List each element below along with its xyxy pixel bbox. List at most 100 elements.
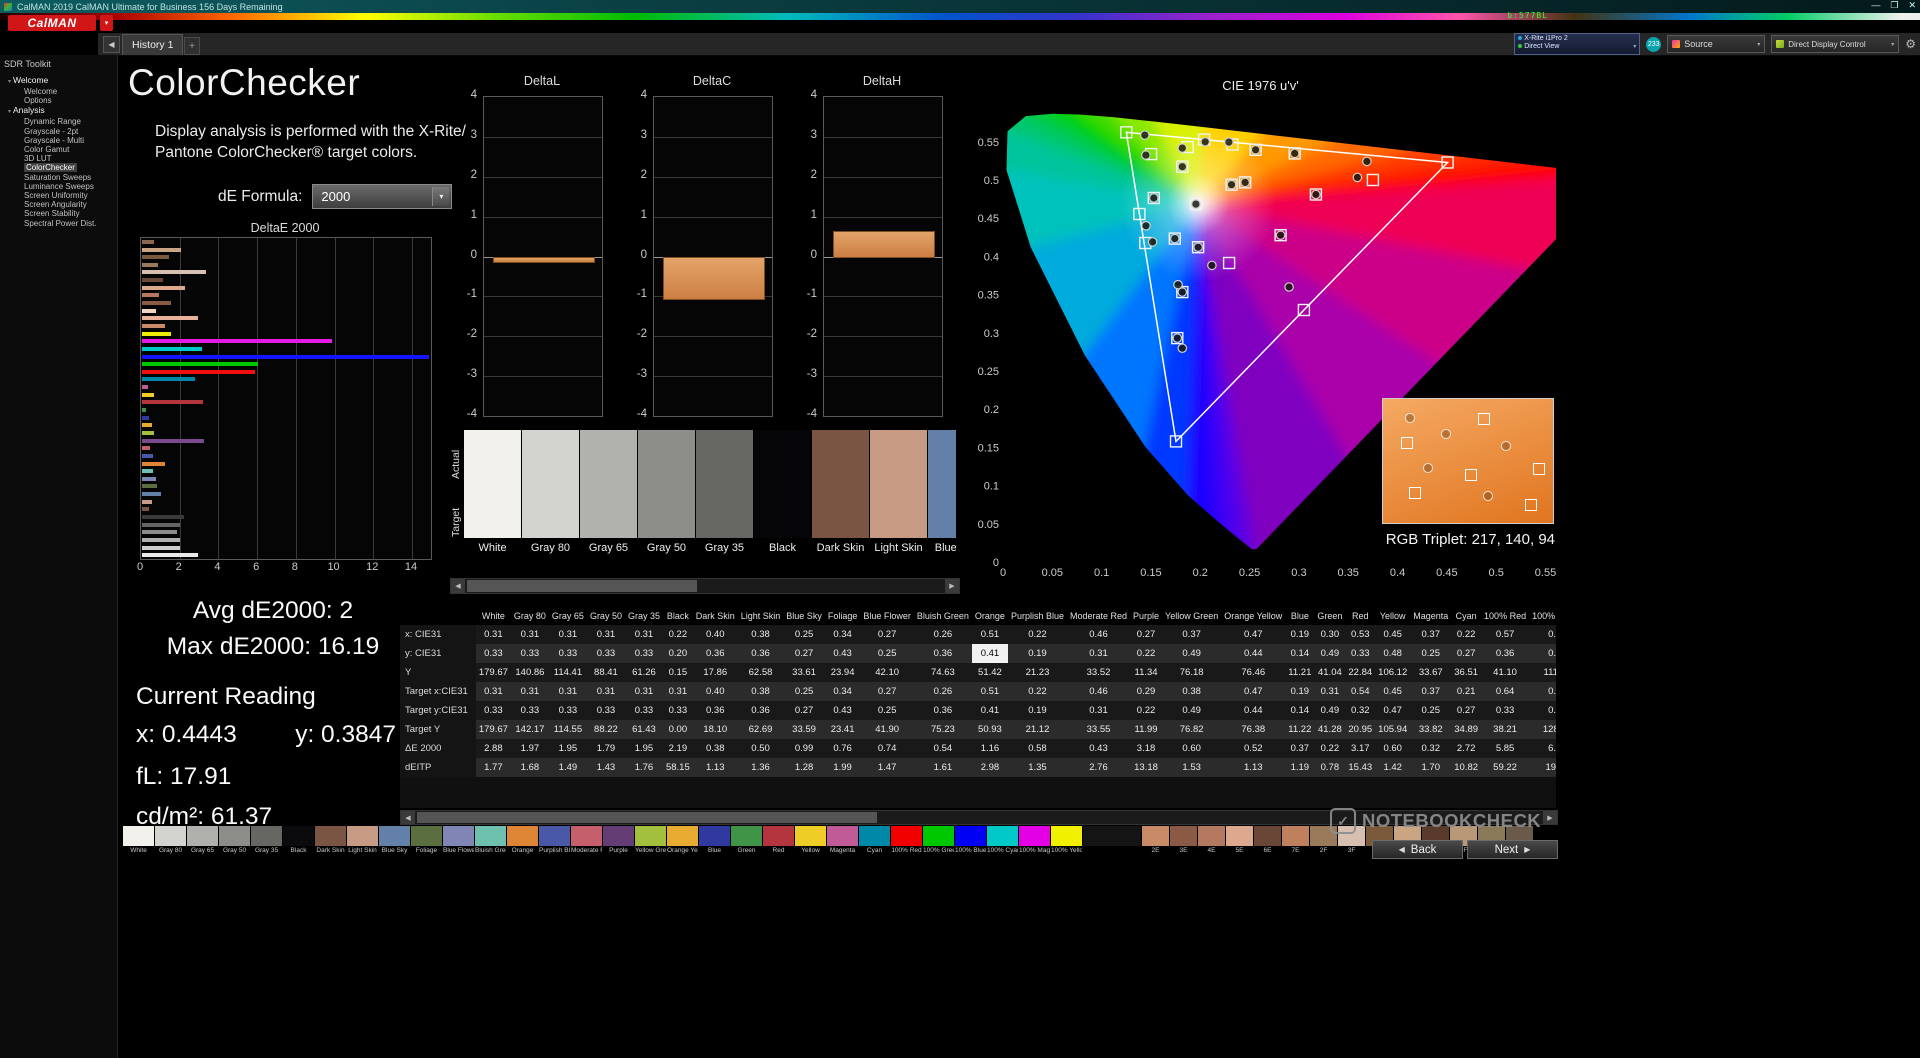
compare-patch-light-skin[interactable]: Light Skin [870, 430, 927, 560]
strip-swatch-magenta[interactable]: Magenta [827, 826, 858, 858]
table-cell[interactable]: 0.76 [825, 739, 861, 758]
table-cell[interactable]: 1.47 [860, 758, 914, 777]
strip-swatch-black[interactable]: Black [283, 826, 314, 858]
table-cell[interactable]: 41.90 [860, 720, 914, 739]
table-cell[interactable]: 88.41 [587, 663, 625, 682]
strip-swatch-orange-yellow[interactable]: Orange Yellow [667, 826, 698, 858]
sidebar-item-colorchecker[interactable]: ColorChecker [0, 163, 117, 173]
table-cell[interactable]: 62.58 [738, 663, 784, 682]
table-cell[interactable]: 0.14 [1285, 644, 1314, 663]
table-cell[interactable]: 34.89 [1451, 720, 1481, 739]
table-cell[interactable]: 0.51 [972, 625, 1008, 644]
table-cell[interactable]: 0.46 [1067, 682, 1130, 701]
strip-swatch-white[interactable]: White [123, 826, 154, 858]
table-cell[interactable]: 0.25 [1410, 644, 1451, 663]
strip-swatch-purplish-blue[interactable]: Purplish Blue [539, 826, 570, 858]
table-cell[interactable]: 0.45 [1375, 682, 1410, 701]
table-cell[interactable]: 128.49 [1529, 720, 1556, 739]
table-cell[interactable]: 41.28 [1314, 720, 1345, 739]
table-cell[interactable]: 0.30 [1529, 682, 1556, 701]
table-cell[interactable]: 0.20 [663, 644, 693, 663]
table-cell[interactable]: 0.27 [783, 701, 825, 720]
back-button[interactable]: ◀ Back [1372, 840, 1463, 859]
table-cell[interactable]: 1.49 [549, 758, 587, 777]
strip-swatch-cyan[interactable]: Cyan [859, 826, 890, 858]
table-cell[interactable]: 76.18 [1162, 663, 1221, 682]
table-cell[interactable]: 1.99 [825, 758, 861, 777]
table-cell[interactable]: 0.41 [972, 701, 1008, 720]
table-cell[interactable]: 0.33 [1529, 625, 1556, 644]
scrollbar-thumb[interactable] [417, 812, 877, 823]
table-cell[interactable]: 3.17 [1345, 739, 1375, 758]
table-cell[interactable]: 1.76 [625, 758, 663, 777]
strip-swatch-yellow[interactable]: Yellow [795, 826, 826, 858]
table-cell[interactable]: 0.40 [693, 682, 738, 701]
sidebar-group-analysis[interactable]: ▾ Analysis [0, 105, 117, 117]
table-cell[interactable]: 0.51 [972, 682, 1008, 701]
table-cell[interactable]: 1.16 [972, 739, 1008, 758]
strip-swatch-4e[interactable]: 4E [1198, 826, 1225, 858]
strip-swatch-5e[interactable]: 5E [1226, 826, 1253, 858]
compare-patch-gray-65[interactable]: Gray 65 [580, 430, 637, 560]
table-cell[interactable]: 0.29 [1130, 682, 1162, 701]
table-cell[interactable]: 0.31 [587, 682, 625, 701]
table-cell[interactable]: 0.31 [625, 682, 663, 701]
table-cell[interactable]: 0.32 [1345, 701, 1375, 720]
table-cell[interactable]: 0.36 [693, 701, 738, 720]
table-cell[interactable]: 76.82 [1162, 720, 1221, 739]
table-cell[interactable]: 0.19 [1285, 625, 1314, 644]
strip-swatch-6e[interactable]: 6E [1254, 826, 1281, 858]
table-cell[interactable]: 19.82 [1529, 758, 1556, 777]
table-cell[interactable]: 0.60 [1162, 739, 1221, 758]
source-dropdown[interactable]: Source ▾ [1667, 35, 1766, 53]
table-cell[interactable]: 2.19 [663, 739, 693, 758]
table-cell[interactable]: 1.97 [511, 739, 549, 758]
table-cell[interactable]: 0.40 [693, 625, 738, 644]
table-cell[interactable]: 0.54 [1345, 682, 1375, 701]
table-cell[interactable]: 0.57 [1481, 625, 1529, 644]
strip-swatch-yellow-green[interactable]: Yellow Green [635, 826, 666, 858]
table-cell[interactable]: 10.82 [1451, 758, 1481, 777]
strip-swatch-moderate-red[interactable]: Moderate Red [571, 826, 602, 858]
table-cell[interactable]: 0.99 [783, 739, 825, 758]
table-cell[interactable]: 0.49 [1162, 644, 1221, 663]
table-cell[interactable]: 0.33 [663, 701, 693, 720]
strip-swatch-red[interactable]: Red [763, 826, 794, 858]
table-cell[interactable]: 59.22 [1481, 758, 1529, 777]
display-control-dropdown[interactable]: Direct Display Control ▾ [1771, 35, 1900, 53]
table-cell[interactable]: 51.42 [972, 663, 1008, 682]
table-cell[interactable]: 0.22 [1451, 625, 1481, 644]
table-cell[interactable]: 0.37 [1285, 739, 1314, 758]
scroll-right-icon[interactable]: ▶ [945, 579, 959, 593]
table-cell[interactable]: 17.86 [693, 663, 738, 682]
table-cell[interactable]: 0.78 [1314, 758, 1345, 777]
table-cell[interactable]: 1.42 [1375, 758, 1410, 777]
table-cell[interactable]: 76.46 [1221, 663, 1285, 682]
sidebar-item-luminance-sweeps[interactable]: Luminance Sweeps [0, 182, 117, 191]
table-cell[interactable]: 0.36 [1481, 644, 1529, 663]
table-cell[interactable]: 33.82 [1410, 720, 1451, 739]
table-cell[interactable]: 0.31 [663, 682, 693, 701]
table-cell[interactable]: 0.36 [738, 701, 784, 720]
table-cell[interactable]: 0.36 [914, 701, 972, 720]
strip-swatch-dark-skin[interactable]: Dark Skin [315, 826, 346, 858]
table-cell[interactable]: 0.46 [1067, 625, 1130, 644]
table-cell[interactable]: 0.25 [860, 644, 914, 663]
table-cell[interactable]: 1.79 [587, 739, 625, 758]
table-cell[interactable]: 0.31 [1067, 701, 1130, 720]
sidebar-group-welcome[interactable]: ▾ Welcome [0, 75, 117, 87]
sidebar-item-saturation-sweeps[interactable]: Saturation Sweeps [0, 173, 117, 182]
table-cell[interactable]: 0.31 [511, 625, 549, 644]
table-cell[interactable]: 21.23 [1008, 663, 1067, 682]
strip-swatch-gray-65[interactable]: Gray 65 [187, 826, 218, 858]
table-cell[interactable]: 142.17 [511, 720, 549, 739]
table-cell[interactable]: 0.30 [1314, 625, 1345, 644]
table-cell[interactable]: 0.48 [1375, 644, 1410, 663]
table-cell[interactable]: 0.50 [738, 739, 784, 758]
table-cell[interactable]: 140.86 [511, 663, 549, 682]
table-cell[interactable]: 33.52 [1067, 663, 1130, 682]
table-cell[interactable]: 75.23 [914, 720, 972, 739]
strip-swatch-blue-flower[interactable]: Blue Flower [443, 826, 474, 858]
strip-swatch-100-red[interactable]: 100% Red [891, 826, 922, 858]
scrollbar-thumb[interactable] [467, 580, 697, 592]
